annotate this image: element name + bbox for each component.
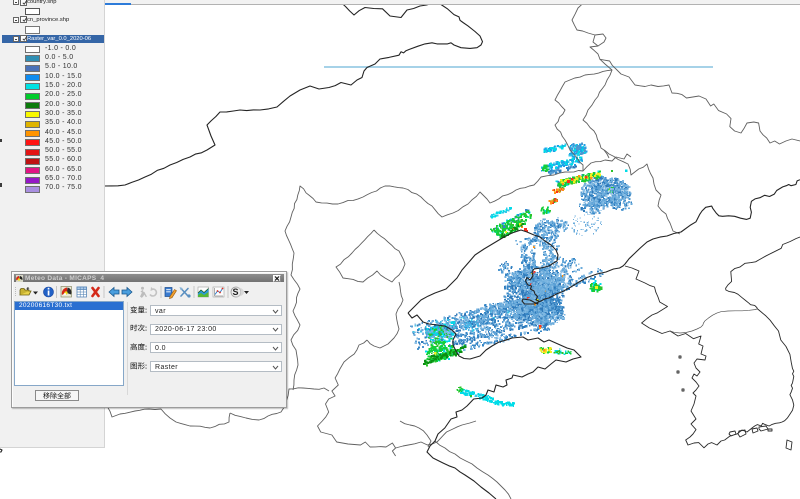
svg-text:S: S: [233, 287, 239, 297]
